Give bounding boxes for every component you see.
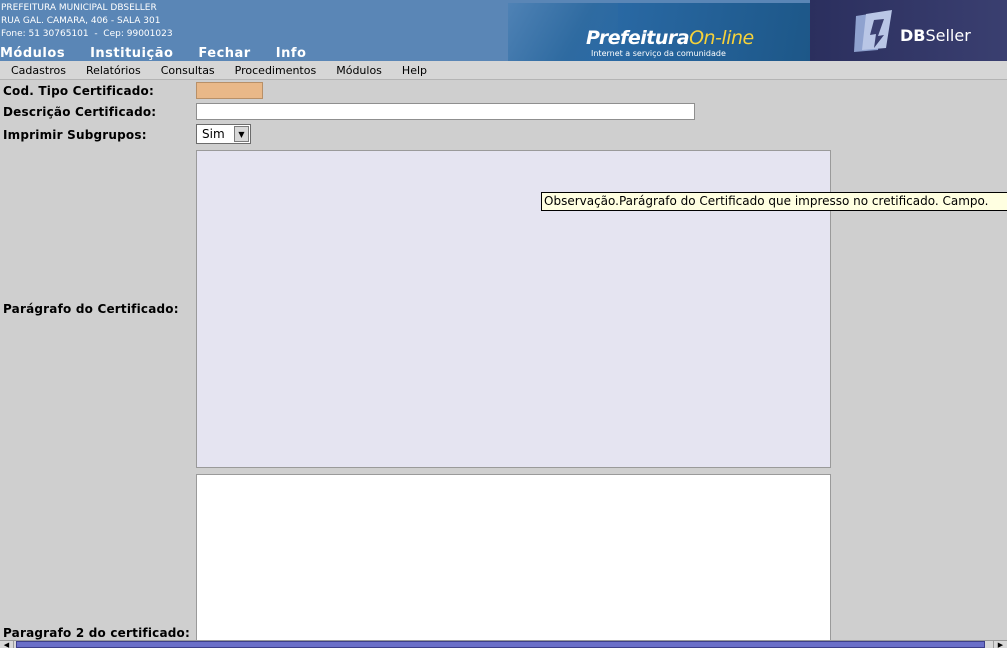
menu-consultas[interactable]: Consultas bbox=[161, 64, 215, 77]
nav-info[interactable]: Info bbox=[276, 46, 307, 61]
banner-tagline: Internet a serviço da comunidade bbox=[591, 49, 726, 58]
banner-brand: PrefeituraOn-line bbox=[586, 27, 754, 49]
org-info: PREFEITURA MUNICIPAL DBSELLER RUA GAL. C… bbox=[1, 2, 173, 41]
logo-text-rest: Seller bbox=[925, 26, 971, 45]
nav-instituicao[interactable]: Instituição bbox=[90, 46, 173, 61]
nav-modulos[interactable]: Módulos bbox=[0, 46, 65, 61]
dbseller-logo-text: DBSeller bbox=[900, 26, 971, 45]
banner-brand-main: Prefeitura bbox=[586, 27, 690, 49]
nav-fechar[interactable]: Fechar bbox=[198, 46, 250, 61]
menu-bar: Cadastros Relatórios Consultas Procedime… bbox=[0, 61, 1007, 80]
cod-tipo-input[interactable] bbox=[196, 82, 263, 99]
menu-modulos[interactable]: Módulos bbox=[336, 64, 382, 77]
dbseller-logo-area: DBSeller bbox=[810, 0, 1007, 61]
chevron-down-icon[interactable]: ▼ bbox=[234, 126, 249, 142]
menu-cadastros[interactable]: Cadastros bbox=[11, 64, 66, 77]
subgrupos-label: Imprimir Subgrupos: bbox=[3, 128, 147, 142]
subgrupos-selected-value: Sim bbox=[202, 127, 225, 141]
scroll-thumb[interactable] bbox=[16, 641, 985, 648]
subgrupos-select[interactable]: Sim ▼ bbox=[196, 124, 251, 144]
paragrafo2-label: Paragrafo 2 do certificado: bbox=[3, 626, 190, 640]
logo-text-bold: DB bbox=[900, 26, 926, 45]
menu-help[interactable]: Help bbox=[402, 64, 427, 77]
org-contact: Fone: 51 30765101 - Cep: 99001023 bbox=[1, 29, 173, 39]
observacao-tooltip: Observação.Parágrafo do Certificado que … bbox=[541, 192, 1007, 211]
descricao-label: Descrição Certificado: bbox=[3, 105, 157, 119]
org-address: RUA GAL. CAMARA, 406 - SALA 301 bbox=[1, 16, 161, 26]
paragrafo2-textarea[interactable] bbox=[196, 474, 831, 640]
cod-tipo-label: Cod. Tipo Certificado: bbox=[3, 84, 154, 98]
dbseller-logo-icon bbox=[854, 10, 892, 52]
horizontal-scrollbar[interactable]: ◀ ▶ bbox=[0, 640, 1007, 648]
paragrafo-label: Parágrafo do Certificado: bbox=[3, 302, 179, 316]
prefeitura-online-banner: PrefeituraOn-line Internet a serviço da … bbox=[508, 3, 810, 61]
menu-procedimentos[interactable]: Procedimentos bbox=[235, 64, 317, 77]
app-header: PREFEITURA MUNICIPAL DBSELLER RUA GAL. C… bbox=[0, 0, 1007, 61]
scroll-left-icon[interactable]: ◀ bbox=[0, 641, 14, 648]
org-name: PREFEITURA MUNICIPAL DBSELLER bbox=[1, 3, 157, 13]
menu-relatorios[interactable]: Relatórios bbox=[86, 64, 141, 77]
descricao-input[interactable] bbox=[196, 103, 695, 120]
scroll-right-icon[interactable]: ▶ bbox=[993, 641, 1007, 648]
banner-brand-accent: On-line bbox=[689, 27, 754, 49]
top-nav: Módulos Instituição Fechar Info bbox=[0, 46, 331, 61]
